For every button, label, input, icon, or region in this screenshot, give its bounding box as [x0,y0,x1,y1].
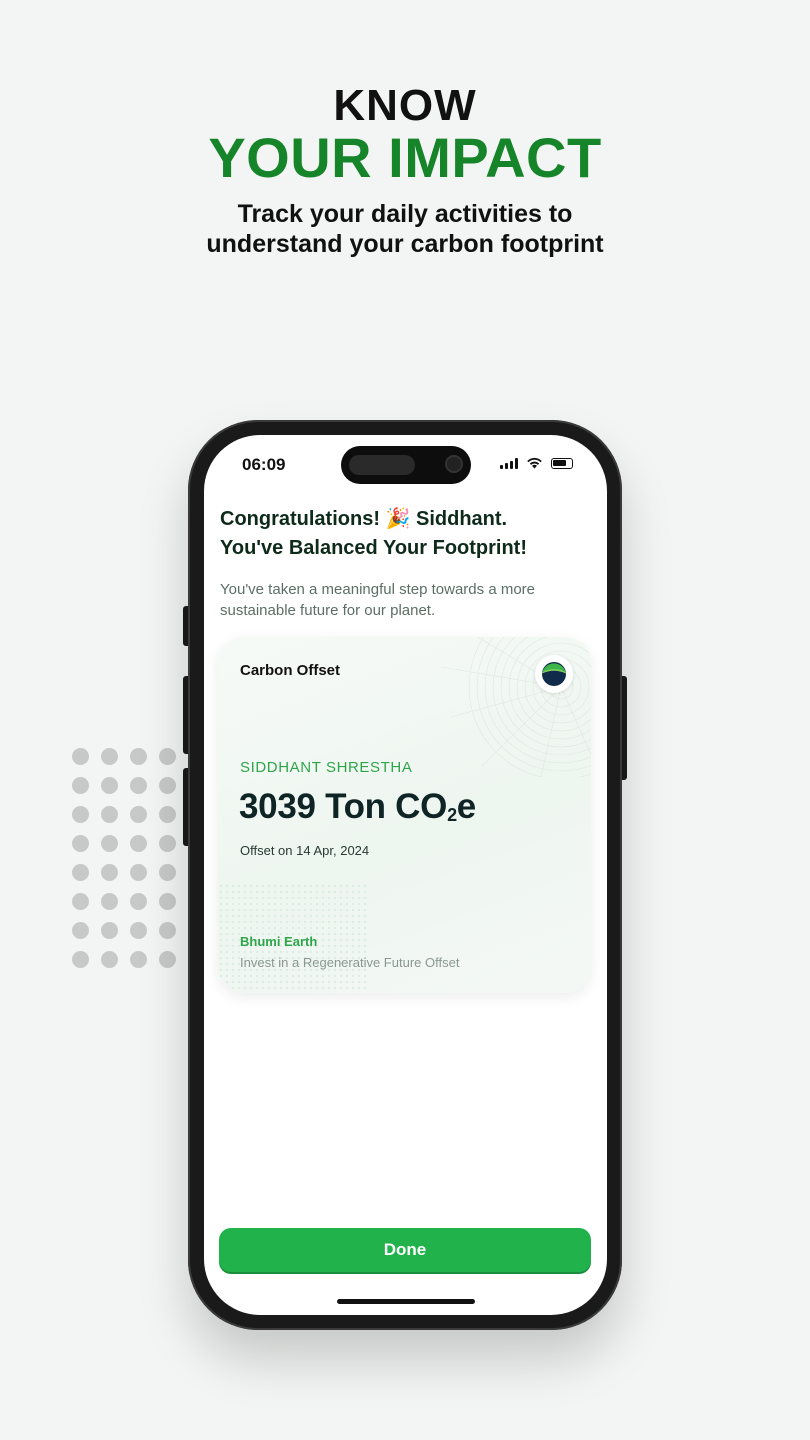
hero-title-line2: YOUR IMPACT [208,126,602,189]
wifi-icon [527,457,542,469]
card-brand-name: Bhumi Earth [240,934,318,949]
congratulations-line1: Congratulations! 🎉 Siddhant. [220,508,508,530]
congratulations-heading: Congratulations! 🎉 Siddhant. You've Bala… [220,505,590,563]
card-holder-name: SIDDHANT SHRESTHA [240,759,413,776]
card-tagline: Invest in a Regenerative Future Offset [240,955,460,970]
signal-icon [500,458,518,469]
hero-title-line1: KNOW [333,81,477,130]
card-title: Carbon Offset [240,662,341,679]
home-indicator[interactable] [337,1299,475,1304]
offset-amount-value: 3039 Ton CO [239,787,448,826]
camera-icon [445,455,463,473]
offset-amount: 3039 Ton CO2e [239,787,476,827]
phone-screen: 06:09 Congratulations! 🎉 Siddhant. You'v… [204,435,607,1315]
hero-subtitle-line1: Track your daily activities to [237,200,573,228]
dynamic-island [341,446,471,484]
hero-subtitle: Track your daily activities to understan… [0,199,810,259]
battery-icon [551,458,573,469]
description-text: You've taken a meaningful step towards a… [220,581,535,619]
done-button[interactable]: Done [219,1228,591,1272]
offset-amount-subscript: 2 [447,805,457,825]
decorative-dot-grid [72,748,182,968]
congratulations-line2: You've Balanced Your Footprint! [220,537,528,559]
offset-date: Offset on 14 Apr, 2024 [240,843,370,858]
carbon-offset-card: Carbon Offset SIDDHANT SHRESTHA 3039 Ton… [218,637,591,993]
bhumi-earth-logo-icon [535,655,573,693]
offset-amount-suffix: e [456,787,476,826]
status-time: 06:09 [242,455,286,474]
status-icons [500,457,573,469]
card-pattern-decoration [441,637,591,777]
hero-subtitle-line2: understand your carbon footprint [206,230,604,258]
